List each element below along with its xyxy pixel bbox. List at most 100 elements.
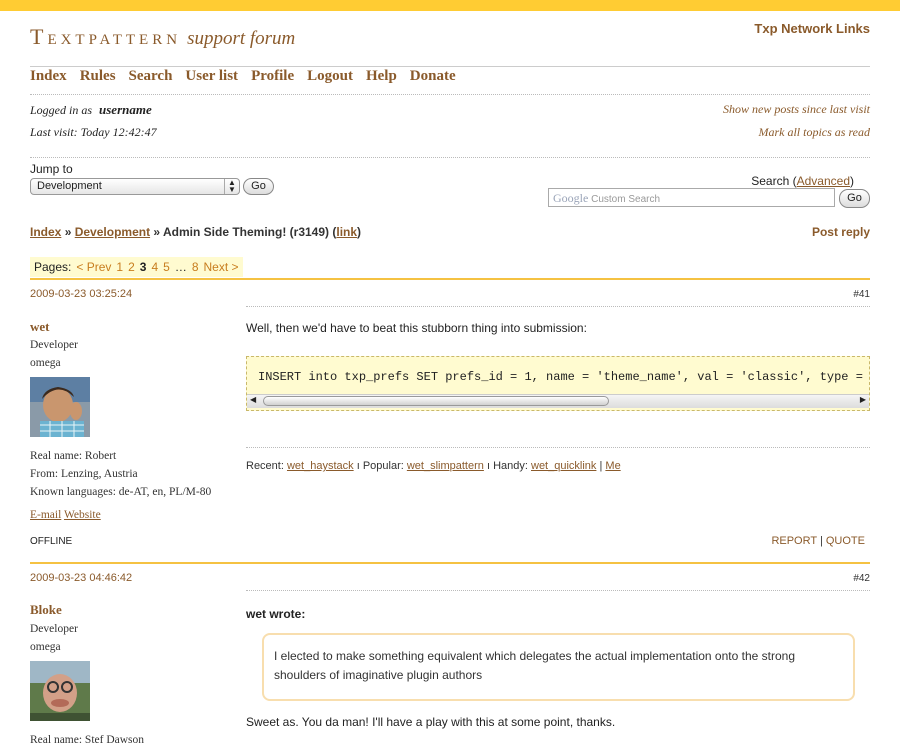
next-page-link[interactable]: Next > <box>204 257 239 277</box>
current-page: 3 <box>139 260 147 274</box>
forum-logo[interactable]: Textpattern support forum <box>30 24 295 50</box>
jump-go-button[interactable]: Go <box>243 178 274 195</box>
quote-author: wet wrote: <box>246 607 306 621</box>
logged-in-status: Logged in as username <box>30 102 152 118</box>
code-scrollbar[interactable]: ◀ ▶ <box>247 394 869 408</box>
online-status: OFFLINE <box>30 536 73 547</box>
search-label: Search (Advanced) <box>751 174 854 188</box>
divider <box>30 66 870 67</box>
divider <box>30 157 870 158</box>
logo-italic: support forum <box>187 28 296 49</box>
author-rank: omega <box>30 641 61 653</box>
breadcrumb-sep: » <box>153 225 161 239</box>
author-title: Developer <box>30 623 78 635</box>
post-divider <box>30 562 870 564</box>
page-link-2[interactable]: 2 <box>128 257 135 277</box>
topic-link[interactable]: link <box>336 225 357 239</box>
author-location: From: Lenzing, Austria <box>30 468 138 480</box>
search-go-button[interactable]: Go <box>839 189 870 208</box>
nav-user-list[interactable]: User list <box>185 68 238 85</box>
sig-popular-link[interactable]: wet_slimpattern <box>407 460 484 472</box>
topic-title: Admin Side Theming! (r3149) <box>163 225 330 239</box>
username: username <box>99 102 152 117</box>
page-link-8[interactable]: 8 <box>192 257 199 277</box>
divider <box>246 590 870 591</box>
last-visit: Last visit: Today 12:42:47 <box>30 125 157 139</box>
pagination: Pages: < Prev 1 2 3 4 5 … 8 Next > <box>30 257 243 277</box>
signature: Recent: wet_haystack ı Popular: wet_slim… <box>246 460 621 472</box>
breadcrumb-sep: » <box>64 225 72 239</box>
jump-label: Jump to <box>30 162 73 176</box>
author-title: Developer <box>30 339 78 351</box>
author-languages: Known languages: de-AT, en, PL/M-80 <box>30 486 212 498</box>
sig-recent-link[interactable]: wet_haystack <box>287 460 354 472</box>
post-body: Well, then we'd have to beat this stubbo… <box>246 321 587 335</box>
report-link[interactable]: REPORT <box>771 535 816 547</box>
post-reply-link[interactable]: Post reply <box>812 225 870 239</box>
page-link-5[interactable]: 5 <box>163 257 170 277</box>
nav-search[interactable]: Search <box>129 68 173 85</box>
sig-handy-label: Handy: <box>493 460 528 472</box>
show-new-posts-link[interactable]: Show new posts since last visit <box>723 102 870 117</box>
quoted-text: I elected to make something equivalent w… <box>262 633 855 701</box>
google-logo: Google <box>553 191 589 205</box>
scroll-left-icon[interactable]: ◀ <box>250 395 256 404</box>
quote-link[interactable]: QUOTE <box>826 535 865 547</box>
nav-help[interactable]: Help <box>366 68 397 85</box>
top-accent-bar <box>0 0 900 11</box>
prev-page-link[interactable]: < Prev <box>76 257 111 277</box>
author-rank: omega <box>30 357 61 369</box>
post-actions: REPORT | QUOTE <box>771 535 865 547</box>
nav-donate[interactable]: Donate <box>410 68 456 85</box>
select-arrows-icon: ▲ ▼ <box>224 179 239 194</box>
post-divider <box>30 278 870 280</box>
code-text: INSERT into txp_prefs SET prefs_id = 1, … <box>258 370 870 384</box>
mark-all-read-link[interactable]: Mark all topics as read <box>758 125 870 140</box>
post-body: Sweet as. You da man! I'll have a play w… <box>246 715 616 729</box>
code-block[interactable]: INSERT into txp_prefs SET prefs_id = 1, … <box>246 356 870 411</box>
page-link-4[interactable]: 4 <box>151 257 158 277</box>
page-link-1[interactable]: 1 <box>116 257 123 277</box>
sig-handy-link[interactable]: wet_quicklink <box>531 460 596 472</box>
advanced-search-link[interactable]: Advanced <box>797 174 850 188</box>
nav-logout[interactable]: Logout <box>307 68 353 85</box>
search-placeholder: Custom Search <box>591 194 661 205</box>
divider <box>30 94 870 95</box>
breadcrumb-index[interactable]: Index <box>30 225 61 239</box>
website-link[interactable]: Website <box>64 509 101 521</box>
avatar <box>30 377 90 437</box>
post-author[interactable]: wet <box>30 319 50 335</box>
author-contact-links: E-mail Website <box>30 506 101 524</box>
avatar <box>30 661 90 721</box>
logo-caps: Textpattern <box>30 24 182 49</box>
main-nav: Index Rules Search User list Profile Log… <box>30 68 456 85</box>
sig-me-link[interactable]: Me <box>605 460 620 472</box>
nav-profile[interactable]: Profile <box>251 68 294 85</box>
search-input[interactable]: Google Custom Search <box>548 188 835 207</box>
post-number[interactable]: #41 <box>853 289 870 300</box>
nav-index[interactable]: Index <box>30 68 67 85</box>
jump-select[interactable]: Development ▲ ▼ <box>30 178 240 195</box>
search-label-text: Search <box>751 174 790 188</box>
pages-label: Pages: <box>34 260 72 274</box>
network-links[interactable]: Txp Network Links <box>754 21 870 36</box>
author-real-name: Real name: Robert <box>30 450 117 462</box>
jump-selected-value: Development <box>37 180 102 192</box>
breadcrumb-forum[interactable]: Development <box>75 225 150 239</box>
email-link[interactable]: E-mail <box>30 509 61 521</box>
post-author[interactable]: Bloke <box>30 602 62 618</box>
post-number[interactable]: #42 <box>853 573 870 584</box>
post-date: 2009-03-23 04:46:42 <box>30 572 133 584</box>
logged-in-prefix: Logged in as <box>30 103 93 117</box>
divider <box>246 306 870 307</box>
sig-recent-label: Recent: <box>246 460 284 472</box>
nav-rules[interactable]: Rules <box>80 68 116 85</box>
author-real-name: Real name: Stef Dawson <box>30 734 145 746</box>
breadcrumb: Index » Development » Admin Side Theming… <box>30 225 362 239</box>
post-date: 2009-03-23 03:25:24 <box>30 288 133 300</box>
sig-popular-label: Popular: <box>362 460 404 472</box>
scroll-right-icon[interactable]: ▶ <box>860 395 866 404</box>
page-ellipsis: … <box>174 260 187 274</box>
signature-divider <box>246 447 870 448</box>
scrollbar-thumb[interactable] <box>263 396 609 406</box>
